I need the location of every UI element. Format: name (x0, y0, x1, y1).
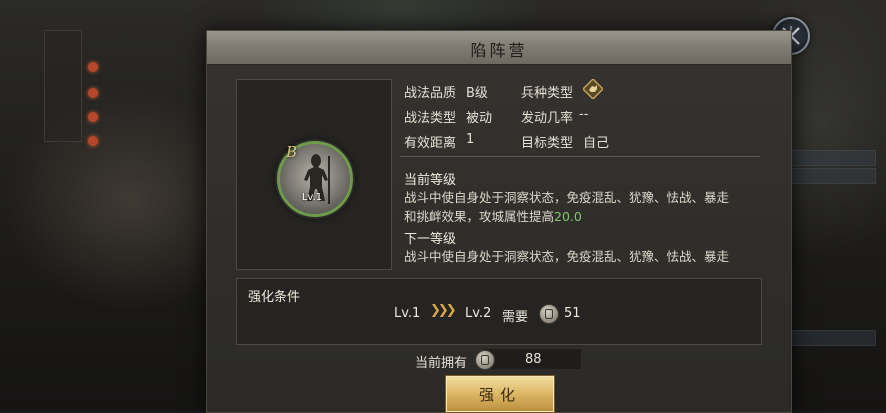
tactic-point-icon (539, 304, 559, 324)
from-level: Lv.1 (394, 306, 421, 321)
tactic-grade-letter: B (286, 143, 298, 161)
range-value: 1 (466, 132, 475, 147)
background-marker (88, 88, 98, 98)
target-type-value: 自己 (583, 136, 610, 151)
quality-value: B级 (466, 86, 488, 101)
dialog-title-bar: 陷阵营 (207, 31, 791, 65)
target-type-label: 目标类型 (521, 136, 574, 151)
next-level-desc-line1: 战斗中使自身处于洞察状态，免疫混乱、犹豫、怯战、暴走 (404, 249, 730, 264)
to-level: Lv.2 (465, 306, 492, 321)
dialog-title: 陷阵营 (470, 41, 528, 60)
troop-type-icon[interactable] (582, 78, 604, 100)
tactic-point-icon (475, 350, 495, 370)
tactic-level-tag: Lv.1 (301, 192, 323, 203)
arrow-icon: ❯❯❯ (430, 303, 457, 318)
background-marker (88, 62, 98, 72)
owned-label: 当前拥有 (415, 356, 468, 371)
tactic-type-label: 战法类型 (404, 111, 457, 126)
require-amount: 51 (564, 306, 581, 321)
background-side-panel (44, 30, 82, 142)
trigger-rate-value: -- (579, 107, 589, 122)
range-label: 有效距离 (404, 136, 457, 151)
enhance-condition-panel: 强化条件 Lv.1 ❯❯❯ Lv.2 需要 51 (236, 278, 762, 345)
tactic-detail-dialog: 陷阵营 B Lv.1 战法品质 B级 兵种类型 战法类型 被动 发动几率 -- … (206, 30, 792, 413)
enhance-button[interactable]: 强化 (445, 375, 555, 413)
trigger-rate-label: 发动几率 (521, 111, 574, 126)
owned-amount: 88 (525, 352, 542, 367)
background-marker (88, 112, 98, 122)
tactic-type-value: 被动 (466, 111, 493, 126)
current-level-desc-line2: 和挑衅效果，攻城属性提高20.0 (404, 209, 582, 224)
current-level-desc-line1: 战斗中使自身处于洞察状态，免疫混乱、犹豫、怯战、暴走 (404, 190, 730, 205)
info-divider (400, 156, 760, 157)
quality-label: 战法品质 (404, 86, 457, 101)
enhance-condition-title: 强化条件 (248, 290, 301, 305)
require-label: 需要 (502, 310, 529, 325)
next-level-heading: 下一等级 (404, 232, 457, 247)
troop-type-label: 兵种类型 (521, 86, 574, 101)
attack-city-bonus-value: 20.0 (554, 209, 582, 224)
current-level-heading: 当前等级 (404, 173, 457, 188)
background-marker (88, 136, 98, 146)
